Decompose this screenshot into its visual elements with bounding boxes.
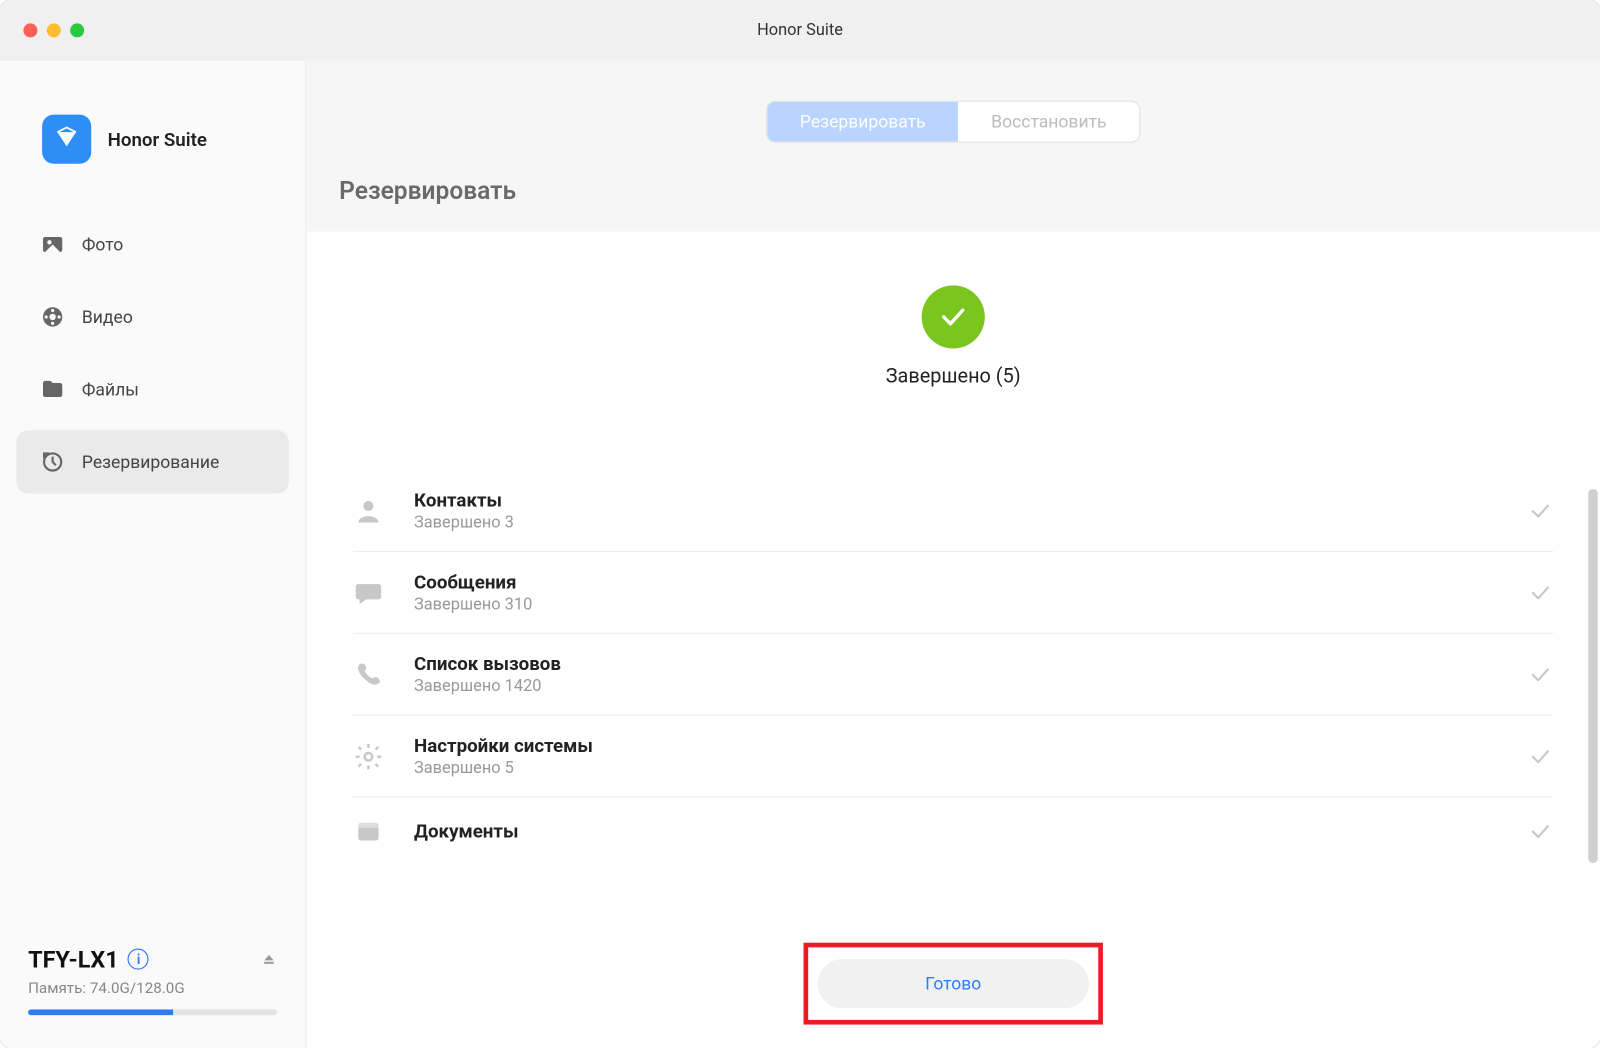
sidebar: Honor Suite Фото Видео <box>0 61 306 1048</box>
row-sub: Завершено 1420 <box>414 677 1497 696</box>
sidebar-item-video[interactable]: Видео <box>16 285 289 348</box>
minimize-icon[interactable] <box>47 23 61 37</box>
check-icon <box>1527 498 1553 524</box>
sidebar-item-label: Фото <box>82 234 123 255</box>
done-bar: Готово <box>306 943 1600 1025</box>
brand-icon <box>42 115 91 164</box>
result-row-contacts: Контакты Завершено 3 <box>353 470 1553 552</box>
check-icon <box>1527 580 1553 606</box>
result-list: Контакты Завершено 3 <box>306 470 1600 865</box>
device-name: TFY-LX1 <box>28 945 119 973</box>
sidebar-item-backup[interactable]: Резервирование <box>16 430 289 493</box>
row-title: Контакты <box>414 489 1497 511</box>
device-panel: TFY-LX1 i Память: 74.0G/128.0G <box>0 945 305 1048</box>
photo-icon <box>40 232 66 258</box>
scroll-area[interactable]: Завершено (5) Контакты Завершено 3 <box>306 285 1600 919</box>
sidebar-item-files[interactable]: Файлы <box>16 358 289 421</box>
scrollbar[interactable] <box>1588 489 1597 863</box>
video-icon <box>40 304 66 330</box>
result-row-messages: Сообщения Завершено 310 <box>353 552 1553 634</box>
folder-icon <box>40 377 66 403</box>
tabs: Резервировать Восстановить <box>306 61 1600 178</box>
check-icon <box>1527 819 1553 845</box>
eject-icon[interactable] <box>261 951 277 967</box>
brand: Honor Suite <box>0 61 305 204</box>
check-icon <box>1527 743 1553 769</box>
row-title: Список вызовов <box>414 653 1497 675</box>
sidebar-item-photo[interactable]: Фото <box>16 213 289 276</box>
highlight-box: Готово <box>804 943 1103 1025</box>
result-row-settings: Настройки системы Завершено 5 <box>353 716 1553 798</box>
chat-icon <box>353 577 383 607</box>
row-sub: Завершено 310 <box>414 595 1497 614</box>
storage-bar <box>28 1009 277 1015</box>
sidebar-item-label: Видео <box>82 306 133 327</box>
main: Резервировать Восстановить Резервировать… <box>306 61 1600 1048</box>
row-sub: Завершено 3 <box>414 513 1497 532</box>
storage-fill <box>28 1009 172 1015</box>
person-icon <box>353 495 383 525</box>
phone-icon <box>353 659 383 689</box>
sidebar-item-label: Резервирование <box>82 451 219 472</box>
row-sub: Завершено 5 <box>414 759 1497 778</box>
traffic-lights <box>23 23 84 37</box>
sidebar-item-label: Файлы <box>82 379 139 400</box>
row-title: Сообщения <box>414 571 1497 593</box>
result-row-documents: Документы <box>353 798 1553 866</box>
file-icon <box>353 816 383 846</box>
titlebar: Honor Suite <box>0 0 1600 61</box>
status-text: Завершено (5) <box>886 365 1021 388</box>
row-title: Документы <box>414 819 1497 841</box>
window-title: Honor Suite <box>757 21 843 40</box>
brand-label: Honor Suite <box>108 128 207 150</box>
done-button[interactable]: Готово <box>818 959 1089 1008</box>
backup-icon <box>40 449 66 475</box>
result-row-calls: Список вызовов Завершено 1420 <box>353 634 1553 716</box>
row-title: Настройки системы <box>414 735 1497 757</box>
success-icon <box>922 285 985 348</box>
content: Завершено (5) Контакты Завершено 3 <box>306 232 1600 1048</box>
window: Honor Suite Honor Suite Фото <box>0 0 1600 1048</box>
close-icon[interactable] <box>23 23 37 37</box>
info-icon[interactable]: i <box>128 949 149 970</box>
status-block: Завершено (5) <box>306 285 1600 388</box>
gear-icon <box>353 741 383 771</box>
maximize-icon[interactable] <box>70 23 84 37</box>
section-title: Резервировать <box>306 178 1600 232</box>
storage-label: Память: 74.0G/128.0G <box>28 980 277 998</box>
tab-backup[interactable]: Резервировать <box>767 102 958 142</box>
nav: Фото Видео Файлы <box>0 204 305 503</box>
tab-restore[interactable]: Восстановить <box>958 102 1139 142</box>
check-icon <box>1527 661 1553 687</box>
